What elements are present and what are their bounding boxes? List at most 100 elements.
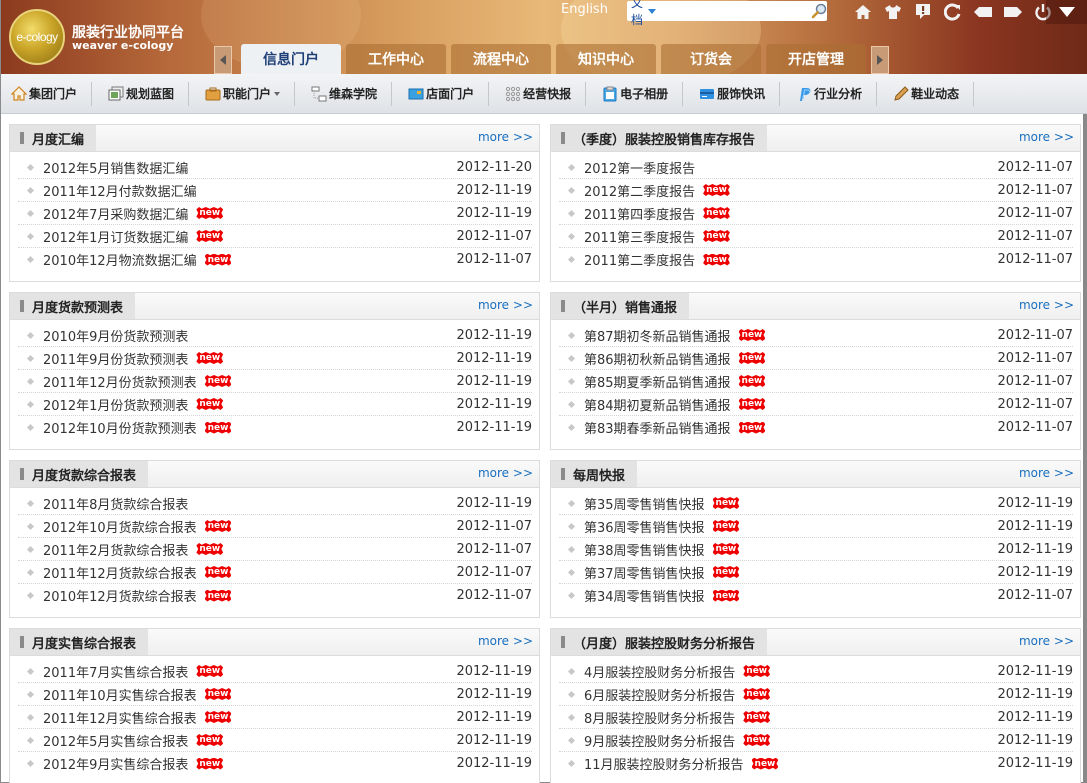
item-title-link[interactable]: 2011年8月货款综合报表 xyxy=(43,494,188,513)
item-title-link[interactable]: 2011年9月份货款预测表 xyxy=(43,349,188,368)
item-title-link[interactable]: 第85期夏季新品销售通报 xyxy=(584,372,731,391)
item-title-link[interactable]: 11月服装控股财务分析报告 xyxy=(584,754,744,773)
panel-header: （月度）服装控股财务分析报告 more >> xyxy=(551,629,1080,656)
bullet-icon xyxy=(26,423,35,432)
item-title-link[interactable]: 第35周零售销售快报 xyxy=(584,494,705,513)
item-title-link[interactable]: 2012年5月实售综合报表 xyxy=(43,731,188,750)
item-title-link[interactable]: 2011年12月份货款预测表 xyxy=(43,372,197,391)
item-title-link[interactable]: 第38周零售销售快报 xyxy=(584,540,705,559)
item-title-link[interactable]: 2010年9月份货款预测表 xyxy=(43,326,188,345)
toolbar-item-store-portal[interactable]: 店面门户 xyxy=(406,81,490,106)
item-title-link[interactable]: 2012年10月份货款预测表 xyxy=(43,418,197,437)
item-title-link[interactable]: 2011年7月实售综合报表 xyxy=(43,662,188,681)
item-title-link[interactable]: 第87期初冬新品销售通报 xyxy=(584,326,731,345)
item-date: 2012-11-07 xyxy=(997,228,1073,244)
tab-info-portal[interactable]: 信息门户 xyxy=(241,44,341,74)
item-title-link[interactable]: 第37周零售销售快报 xyxy=(584,563,705,582)
toolbar-item-function-portal[interactable]: 职能门户 xyxy=(203,81,296,106)
home-icon[interactable] xyxy=(853,2,873,22)
notice-icon[interactable] xyxy=(913,2,933,22)
panel-list: 2011年7月实售综合报表 new 2012-11-19 2011年10月实售综合报表… xyxy=(10,656,539,775)
new-badge: new xyxy=(196,230,224,242)
toolbar-item-weisen-academy[interactable]: 维森学院 xyxy=(309,81,393,106)
portal-panel: 月度货款预测表 more >> 2010年9月份货款预测表 2012-11-19 2… xyxy=(9,292,540,450)
item-title-link[interactable]: 6月服装控股财务分析报告 xyxy=(584,685,735,704)
list-item: 第37周零售销售快报 new 2012-11-19 xyxy=(559,561,1073,584)
item-title-link[interactable]: 2011年12月付款数据汇编 xyxy=(43,181,197,200)
item-title-link[interactable]: 2012年1月订货数据汇编 xyxy=(43,227,188,246)
chevron-down-icon[interactable] xyxy=(648,8,656,14)
item-title-link[interactable]: 2011第二季度报告 xyxy=(584,250,695,269)
item-title-link[interactable]: 2012年5月销售数据汇编 xyxy=(43,158,188,177)
toolbar-item-business-bulletin[interactable]: 经营快报 xyxy=(503,81,587,106)
item-title-link[interactable]: 2011年2月货款综合报表 xyxy=(43,540,188,559)
item-title-link[interactable]: 2011年12月实售综合报表 xyxy=(43,708,197,727)
list-item: 第84期初夏新品销售通报 new 2012-11-07 xyxy=(559,393,1073,416)
more-link[interactable]: more >> xyxy=(1019,634,1074,648)
item-title-link[interactable]: 8月服装控股财务分析报告 xyxy=(584,708,735,727)
item-title-link[interactable]: 2012年7月采购数据汇编 xyxy=(43,204,188,223)
item-date: 2012-11-19 xyxy=(456,686,532,702)
tab-order-fair[interactable]: 订货会 xyxy=(661,44,761,74)
toolbar-item-group-portal[interactable]: 集团门户 xyxy=(11,81,93,106)
item-title-link[interactable]: 2010年12月物流数据汇编 xyxy=(43,250,197,269)
paypal-icon xyxy=(796,86,812,102)
toolbar-item-industry-analysis[interactable]: 行业分析 xyxy=(794,81,878,106)
item-title-link[interactable]: 第34周零售销售快报 xyxy=(584,586,705,605)
more-link[interactable]: more >> xyxy=(478,298,533,312)
tab-scroll-left[interactable] xyxy=(214,46,232,74)
item-title-link[interactable]: 第84期初夏新品销售通报 xyxy=(584,395,731,414)
item-date: 2012-11-07 xyxy=(997,252,1073,267)
app-window: e-cology 服装行业协同平台 weaver e-cology Englis… xyxy=(0,0,1087,783)
item-title-link[interactable]: 2012第二季度报告 xyxy=(584,181,695,200)
tab-scroll-right[interactable] xyxy=(871,46,889,74)
item-title-link[interactable]: 2012年10月货款综合报表 xyxy=(43,517,197,536)
more-link[interactable]: more >> xyxy=(1019,130,1074,144)
item-title-link[interactable]: 2011第四季度报告 xyxy=(584,204,695,223)
panel-list: 2011年8月货款综合报表 2012-11-19 2012年10月货款综合报表 new… xyxy=(10,488,539,607)
item-title-link[interactable]: 2011第三季度报告 xyxy=(584,227,695,246)
refresh-icon[interactable] xyxy=(943,2,963,22)
item-title-link[interactable]: 第83期春季新品销售通报 xyxy=(584,418,731,437)
new-badge: new xyxy=(738,352,766,364)
search-icon[interactable] xyxy=(811,2,827,20)
more-link[interactable]: more >> xyxy=(478,130,533,144)
bullet-icon xyxy=(567,591,576,600)
item-title-link[interactable]: 2012年1月份货款预测表 xyxy=(43,395,188,414)
item-title-link[interactable]: 第36周零售销售快报 xyxy=(584,517,705,536)
tab-work-center[interactable]: 工作中心 xyxy=(346,44,446,74)
item-title-link[interactable]: 2011年12月货款综合报表 xyxy=(43,563,197,582)
item-title-link[interactable]: 2010年12月货款综合报表 xyxy=(43,586,197,605)
more-link[interactable]: more >> xyxy=(1019,298,1074,312)
language-link[interactable]: English xyxy=(561,2,608,17)
panel-list: 第35周零售销售快报 new 2012-11-19 第36周零售销售快报 new 2012… xyxy=(551,488,1080,607)
new-badge: new xyxy=(743,734,771,746)
list-item: 2011年9月份货款预测表 new 2012-11-19 xyxy=(18,347,532,370)
item-title-link[interactable]: 4月服装控股财务分析报告 xyxy=(584,662,735,681)
search-input[interactable] xyxy=(656,2,811,20)
picture-icon xyxy=(108,86,124,102)
toolbar-item-planning-blueprint[interactable]: 规划蓝图 xyxy=(106,81,190,106)
search-type-select[interactable]: 文档 xyxy=(627,0,644,28)
menu-dropdown-button[interactable] xyxy=(1046,0,1087,24)
item-title-link[interactable]: 第86期初秋新品销售通报 xyxy=(584,349,731,368)
tab-workflow-center[interactable]: 流程中心 xyxy=(451,44,551,74)
more-link[interactable]: more >> xyxy=(478,634,533,648)
tab-knowledge-center[interactable]: 知识中心 xyxy=(556,44,656,74)
new-badge: new xyxy=(712,543,740,555)
toolbar-item-apparel-news[interactable]: 服饰快讯 xyxy=(697,81,781,106)
item-title-link[interactable]: 9月服装控股财务分析报告 xyxy=(584,731,735,750)
more-link[interactable]: more >> xyxy=(478,466,533,480)
back-icon[interactable] xyxy=(973,2,993,22)
item-title-link[interactable]: 2012年9月实售综合报表 xyxy=(43,754,188,773)
toolbar-item-footwear-news[interactable]: 鞋业动态 xyxy=(891,81,975,106)
item-title-link[interactable]: 2012第一季度报告 xyxy=(584,158,695,177)
forward-icon[interactable] xyxy=(1003,2,1023,22)
more-link[interactable]: more >> xyxy=(1019,466,1074,480)
item-date: 2012-11-19 xyxy=(456,495,532,511)
item-title-link[interactable]: 2011年10月实售综合报表 xyxy=(43,685,197,704)
shirt-icon[interactable] xyxy=(883,2,903,22)
tab-store-management[interactable]: 开店管理 xyxy=(766,44,866,74)
toolbar-item-label: 经营快报 xyxy=(523,87,572,101)
toolbar-item-e-album[interactable]: 电子相册 xyxy=(600,81,684,106)
